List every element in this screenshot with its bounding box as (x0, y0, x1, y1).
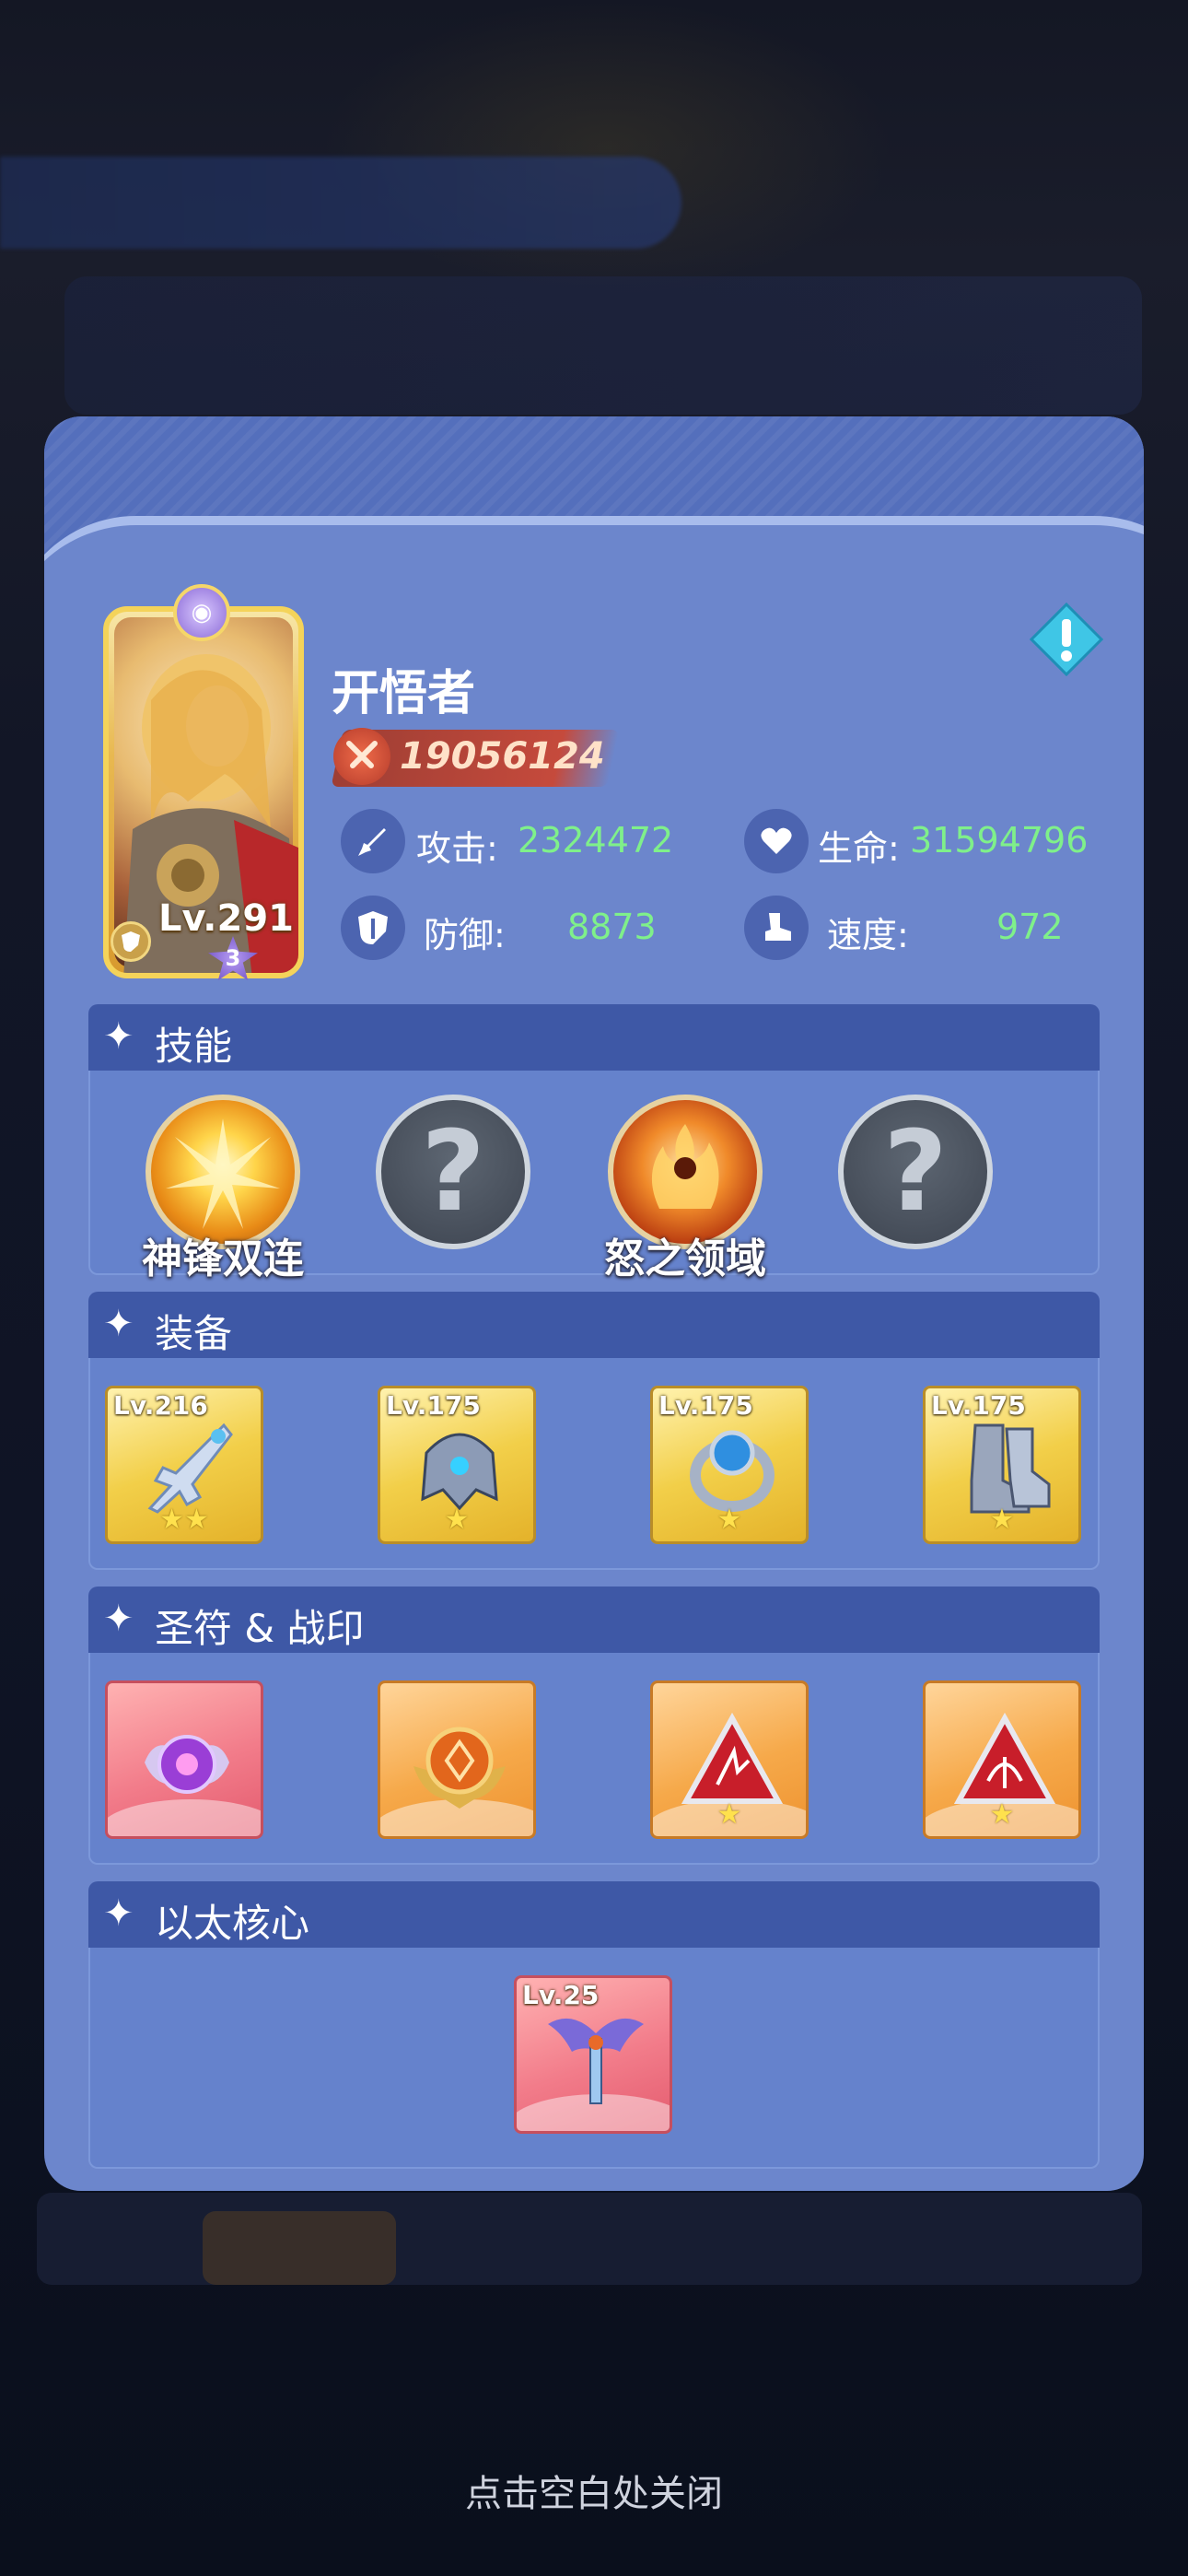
background-banner (0, 157, 681, 249)
runes-section-title: 圣符 & 战印 (155, 1606, 365, 1651)
speed-boot-icon (744, 896, 809, 960)
equipment-stars: ★ (989, 1504, 1015, 1536)
background-glow (322, 0, 893, 295)
defense-value: 8873 (567, 907, 657, 947)
equipment-level: Lv.175 (386, 1390, 481, 1421)
sparkle-icon: ✦ (103, 1015, 134, 1058)
runes-section-header: ✦ 圣符 & 战印 (88, 1587, 1100, 1653)
hp-value: 31594796 (910, 820, 1089, 861)
equipment-stars: ★★ (159, 1504, 209, 1536)
skills-section-title: 技能 (155, 1024, 233, 1069)
attack-label: 攻击: (416, 828, 498, 869)
speed-value: 972 (996, 907, 1064, 947)
background-button (203, 2211, 396, 2285)
seal-slot-1[interactable]: ★ (650, 1680, 809, 1839)
rune-slot-2[interactable] (378, 1680, 536, 1839)
question-mark-icon: ? (883, 1107, 948, 1236)
equipment-level: Lv.175 (658, 1390, 753, 1421)
hp-heart-icon (744, 809, 809, 873)
skill-slot-4-locked[interactable]: ? (838, 1095, 993, 1249)
aether-core-section-header: ✦ 以太核心 (88, 1881, 1100, 1948)
background-header (64, 276, 1142, 415)
orange-emblem-rune-icon (413, 1727, 506, 1809)
sparkle-icon: ✦ (103, 1598, 134, 1640)
equipment-section-header: ✦ 装备 (88, 1292, 1100, 1358)
equipment-level: Lv.175 (931, 1390, 1026, 1421)
seal-stars: ★ (989, 1798, 1015, 1831)
seal-stars: ★ (716, 1798, 742, 1831)
faction-eye-icon: ◉ (173, 584, 230, 641)
attack-sword-icon (341, 809, 405, 873)
speed-label: 速度: (827, 915, 909, 955)
aether-core-slot[interactable]: Lv.25 (514, 1975, 672, 2134)
attack-value: 2324472 (518, 820, 674, 861)
equipment-slot-ring[interactable]: Lv.175 ★ (650, 1386, 809, 1544)
skill-name-1: 神锋双连 (142, 1235, 304, 1282)
aether-core-section-title: 以太核心 (155, 1901, 310, 1946)
equipment-section-title: 装备 (155, 1311, 233, 1356)
equipment-slot-weapon[interactable]: Lv.216 ★★ (105, 1386, 263, 1544)
rune-slot-1[interactable] (105, 1680, 263, 1839)
skill-name-3: 怒之领域 (604, 1235, 766, 1282)
crossed-swords-icon (333, 728, 390, 785)
skill-slot-2-locked[interactable]: ? (376, 1095, 530, 1249)
equipment-slot-boots[interactable]: Lv.175 ★ (923, 1386, 1081, 1544)
defense-label: 防御: (424, 915, 506, 955)
flame-warrior-icon (651, 1124, 719, 1209)
equipment-level: Lv.216 (113, 1390, 208, 1421)
power-value: 19056124 (400, 735, 605, 778)
hero-level: Lv.291 (158, 897, 294, 940)
aether-core-level: Lv.25 (522, 1980, 600, 2010)
class-shield-icon (111, 921, 151, 962)
question-mark-icon: ? (421, 1107, 485, 1236)
hp-label: 生命: (818, 828, 900, 869)
equipment-stars: ★ (716, 1504, 742, 1536)
sparkle-icon: ✦ (103, 1892, 134, 1935)
sparkle-icon: ✦ (103, 1303, 134, 1345)
purple-orb-rune-icon (145, 1735, 229, 1794)
hero-name: 开悟者 (332, 666, 476, 721)
equipment-stars: ★ (444, 1504, 470, 1536)
equipment-slot-helmet[interactable]: Lv.175 ★ (378, 1386, 536, 1544)
defense-shield-icon (341, 896, 405, 960)
skills-section-header: ✦ 技能 (88, 1004, 1100, 1071)
golden-burst-icon (166, 1118, 280, 1229)
winged-sword-core-icon (548, 2018, 644, 2104)
seal-slot-2[interactable]: ★ (923, 1680, 1081, 1839)
info-alert-icon[interactable] (1030, 603, 1103, 676)
tap-to-close-hint[interactable]: 点击空白处关闭 (0, 2464, 1188, 2517)
